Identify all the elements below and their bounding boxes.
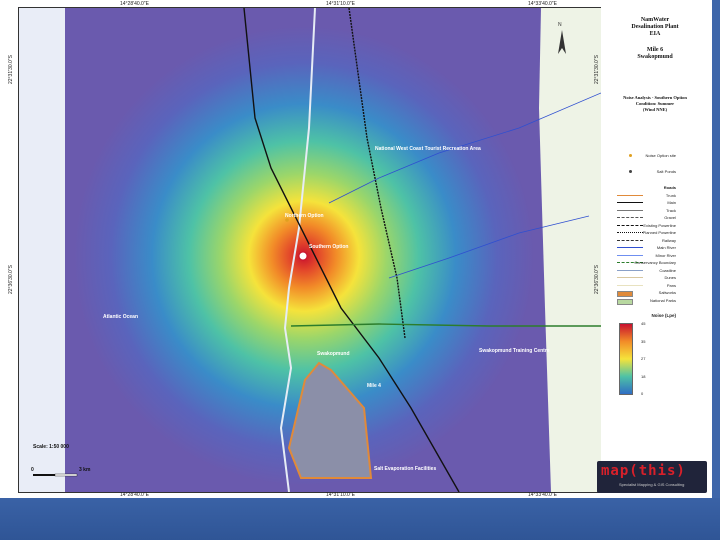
legend-item-label: Planned Powerline: [642, 230, 676, 235]
legend-item-label: Main River: [656, 245, 676, 250]
legend-symbol: [617, 209, 643, 211]
map-scale: Scale: 1:50 000: [33, 444, 69, 450]
legend-item-label: Gravel: [664, 215, 676, 220]
legend-item: Noise Option site: [609, 153, 704, 159]
noise-tick-label: 18: [641, 373, 646, 379]
legend-item-label: Noise Option site: [645, 153, 676, 158]
legend-item: Pans: [609, 283, 704, 289]
label-town2: Swakopmund Training Centre: [479, 348, 550, 354]
label-southern-option: Southern Option: [309, 244, 349, 250]
label-ocean: Atlantic Ocean: [103, 314, 139, 320]
legend-item: Trunk: [609, 193, 704, 199]
label-road: Mile 4: [367, 383, 381, 389]
legend-item-label: Trunk: [665, 192, 676, 198]
map-legend: NamWater Desalination Plant EIA Mile 6 S…: [601, 7, 709, 491]
legend-symbol: [617, 217, 643, 218]
legend-symbol: [629, 154, 632, 157]
legend-symbol: [617, 277, 643, 278]
scalebar-tick-0: 0: [31, 467, 34, 473]
left-margin: [19, 8, 65, 492]
legend-symbol: [617, 298, 633, 305]
legend-item-label: Roads: [663, 185, 676, 190]
legend-item: Saltworks: [609, 290, 704, 297]
scalebar-seg-1: [33, 474, 55, 476]
label-recreation-area: National West Coast Tourist Recreation A…: [375, 146, 481, 152]
legend-symbol: [617, 224, 643, 226]
map-frame[interactable]: N National West Coast Tourist Recreation…: [18, 7, 602, 493]
slide-border-bottom: [0, 498, 720, 540]
legend-symbol: [617, 247, 643, 248]
legend-symbol: [617, 194, 643, 196]
legend-item-label: Saltworks: [658, 290, 676, 295]
legend-symbol: [617, 254, 643, 256]
map-sheet: N National West Coast Tourist Recreation…: [0, 0, 712, 498]
legend-item-label: National Parks: [649, 297, 676, 303]
legend-item: National Parks: [609, 297, 704, 305]
noise-map[interactable]: N: [19, 8, 601, 492]
legend-item: Salt Ponds: [609, 169, 704, 175]
noise-scale: [619, 323, 633, 395]
legend-symbol: [617, 269, 643, 271]
legend-title-1: NamWater: [640, 17, 670, 23]
legend-item-label: Existing Powerline: [643, 222, 676, 228]
legend-title-5: Mile 6: [646, 47, 664, 53]
legend-symbol: [617, 284, 643, 286]
svg-text:N: N: [558, 22, 562, 28]
southern-option-marker[interactable]: [298, 251, 308, 261]
label-northern-option: Northern Option: [285, 213, 324, 219]
legend-symbol: [629, 170, 632, 173]
logo-tagline: Specialist Mapping & GIS Consulting: [619, 482, 685, 487]
legend-symbol: [617, 232, 643, 233]
coord-right-2: 22°36'30.0"S: [594, 265, 600, 294]
coord-top-2: 14°31'10.0"E: [326, 1, 355, 7]
coord-left-2: 22°36'30.0"S: [8, 265, 14, 294]
legend-title-6: Swakopmund: [637, 54, 673, 60]
legend-item: Dunes: [609, 275, 704, 281]
scalebar-seg-2: [54, 473, 78, 477]
legend-item-label: Conservancy Boundary: [634, 260, 676, 265]
noise-tick-label: 45: [641, 321, 646, 326]
legend-item: Gravel: [609, 215, 704, 221]
scalebar-tick-1: 3 km: [79, 467, 91, 473]
legend-item-label: Main: [667, 200, 676, 205]
legend-subtitle-3: (Wind NNE): [642, 107, 668, 112]
legend-item: Planned Powerline: [609, 230, 704, 236]
coord-left-1: 22°31'30.0"S: [8, 55, 14, 84]
legend-title-3: EIA: [649, 31, 661, 37]
coord-top-1: 14°28'40.0"E: [120, 1, 149, 7]
legend-item: Main River: [609, 245, 704, 251]
logo-text: map(this): [601, 463, 686, 479]
legend-item: Railway: [609, 238, 704, 244]
legend-item-label: Dunes: [664, 275, 676, 280]
label-town1: Swakopmund: [317, 351, 350, 357]
legend-title-2: Desalination Plant: [631, 24, 679, 30]
legend-item: Track: [609, 208, 704, 214]
legend-item-label: Pans: [666, 282, 676, 288]
coord-top-3: 14°33'40.0"E: [528, 1, 557, 7]
legend-item-label: Salt Ponds: [656, 169, 676, 174]
legend-item: Roads: [609, 185, 704, 191]
legend-item: Existing Powerline: [609, 223, 704, 229]
legend-item-label: Minor River: [655, 252, 676, 258]
label-salt: Salt Evaporation Facilities: [374, 466, 437, 472]
legend-item: Conservancy Boundary: [609, 260, 704, 266]
legend-symbol: [617, 202, 643, 203]
noise-scale-title: Noise (Lpe): [651, 313, 676, 318]
noise-tick-label: 0: [641, 391, 644, 396]
legend-item: Coastline: [609, 268, 704, 274]
maptthis-logo: map(this) Specialist Mapping & GIS Consu…: [597, 461, 707, 493]
legend-item-label: Railway: [661, 237, 676, 243]
legend-item: Minor River: [609, 253, 704, 259]
legend-symbol: [617, 239, 643, 241]
legend-symbol: [617, 291, 633, 297]
noise-tick-label: 27: [641, 356, 646, 361]
slide-border-right: [712, 0, 720, 498]
legend-item: Main: [609, 200, 704, 206]
legend-item-label: Coastline: [659, 267, 676, 273]
legend-item-label: Track: [666, 207, 676, 213]
coord-right-1: 22°31'30.0"S: [594, 55, 600, 84]
noise-tick-label: 35: [641, 338, 646, 344]
